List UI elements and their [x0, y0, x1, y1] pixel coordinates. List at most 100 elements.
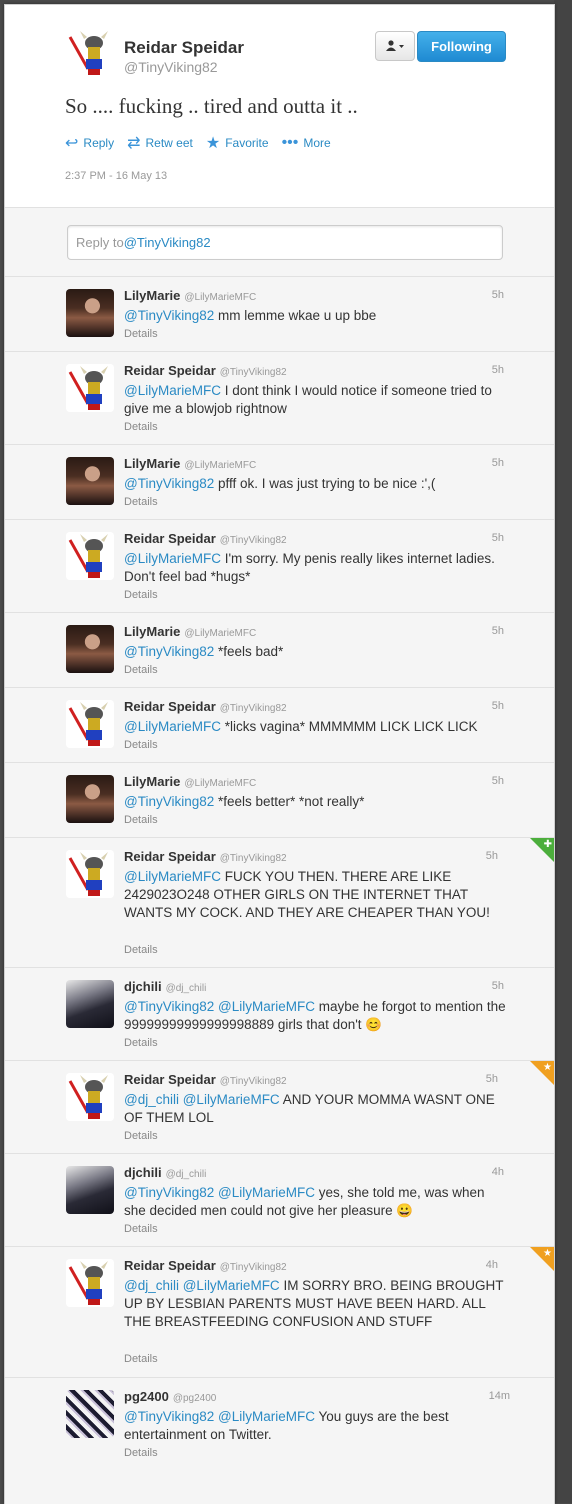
- avatar[interactable]: [66, 625, 114, 673]
- details-link[interactable]: Details: [124, 1130, 158, 1142]
- reply-row[interactable]: ✚ Reidar Speidar @TinyViking82 5h @LilyMa…: [5, 837, 554, 968]
- reply-author-name[interactable]: Reidar Speidar: [124, 1258, 216, 1273]
- reply-author-handle[interactable]: @LilyMarieMFC: [184, 460, 256, 471]
- avatar[interactable]: [66, 1166, 114, 1214]
- reply-row[interactable]: pg2400 @pg2400 14m @TinyViking82 @LilyMar…: [5, 1377, 554, 1504]
- reply-author-handle[interactable]: @TinyViking82: [220, 853, 287, 864]
- reply-time[interactable]: 5h: [492, 289, 504, 301]
- reply-row[interactable]: Reidar Speidar @TinyViking82 5h @LilyMari…: [5, 519, 554, 613]
- reply-author-name[interactable]: pg2400: [124, 1389, 169, 1404]
- reply-time[interactable]: 5h: [492, 457, 504, 469]
- details-link[interactable]: Details: [124, 496, 158, 508]
- reply-author-handle[interactable]: @TinyViking82: [220, 703, 287, 714]
- details-link[interactable]: Details: [124, 1353, 158, 1365]
- reply-row[interactable]: LilyMarie @LilyMarieMFC 5h @TinyViking82 …: [5, 612, 554, 688]
- reply-row[interactable]: ★ Reidar Speidar @TinyViking82 5h @dj_chi…: [5, 1060, 554, 1154]
- reply-row[interactable]: LilyMarie @LilyMarieMFC 5h @TinyViking82 …: [5, 276, 554, 352]
- reply-author-handle[interactable]: @TinyViking82: [220, 367, 287, 378]
- author-handle[interactable]: @TinyViking82: [124, 59, 218, 75]
- reply-time[interactable]: 5h: [492, 700, 504, 712]
- details-link[interactable]: Details: [124, 421, 158, 433]
- avatar[interactable]: [66, 1259, 114, 1307]
- reply-row[interactable]: Reidar Speidar @TinyViking82 5h @LilyMari…: [5, 351, 554, 445]
- reply-mention[interactable]: @LilyMarieMFC: [124, 869, 221, 884]
- reply-author-name[interactable]: djchili: [124, 1165, 162, 1180]
- reply-author-name[interactable]: LilyMarie: [124, 624, 180, 639]
- reply-time[interactable]: 5h: [492, 775, 504, 787]
- reply-mention[interactable]: @TinyViking82: [124, 794, 214, 809]
- details-link[interactable]: Details: [124, 1447, 158, 1459]
- reply-action[interactable]: ↩ Reply: [65, 133, 114, 153]
- reply-author-name[interactable]: djchili: [124, 979, 162, 994]
- reply-time[interactable]: 4h: [492, 1166, 504, 1178]
- avatar[interactable]: [66, 980, 114, 1028]
- reply-time[interactable]: 5h: [492, 625, 504, 637]
- reply-mention[interactable]: @dj_chili @LilyMarieMFC: [124, 1278, 280, 1293]
- reply-mention[interactable]: @TinyViking82: [124, 476, 214, 491]
- reply-mention[interactable]: @dj_chili @LilyMarieMFC: [124, 1092, 280, 1107]
- reply-author-name[interactable]: Reidar Speidar: [124, 1072, 216, 1087]
- reply-row[interactable]: Reidar Speidar @TinyViking82 5h @LilyMari…: [5, 687, 554, 763]
- avatar[interactable]: [66, 775, 114, 823]
- reply-author-handle[interactable]: @dj_chili: [166, 1169, 207, 1180]
- reply-mention[interactable]: @LilyMarieMFC: [124, 383, 221, 398]
- details-link[interactable]: Details: [124, 814, 158, 826]
- reply-row[interactable]: LilyMarie @LilyMarieMFC 5h @TinyViking82 …: [5, 444, 554, 520]
- favorite-action[interactable]: ★ Favorite: [206, 133, 269, 153]
- details-link[interactable]: Details: [124, 1223, 158, 1235]
- reply-mention[interactable]: @TinyViking82 @LilyMarieMFC: [124, 999, 315, 1014]
- reply-row[interactable]: LilyMarie @LilyMarieMFC 5h @TinyViking82 …: [5, 762, 554, 838]
- reply-mention[interactable]: @TinyViking82 @LilyMarieMFC: [124, 1409, 315, 1424]
- reply-time[interactable]: 5h: [486, 1073, 498, 1085]
- reply-author-handle[interactable]: @TinyViking82: [220, 1262, 287, 1273]
- avatar[interactable]: [66, 700, 114, 748]
- following-button[interactable]: Following: [417, 31, 506, 62]
- details-link[interactable]: Details: [124, 328, 158, 340]
- avatar[interactable]: [66, 1390, 114, 1438]
- reply-author-name[interactable]: Reidar Speidar: [124, 699, 216, 714]
- reply-author-handle[interactable]: @TinyViking82: [220, 1076, 287, 1087]
- reply-author-handle[interactable]: @pg2400: [173, 1393, 217, 1404]
- details-link[interactable]: Details: [124, 664, 158, 676]
- avatar[interactable]: [66, 1073, 114, 1121]
- reply-author-handle[interactable]: @LilyMarieMFC: [184, 292, 256, 303]
- reply-author-handle[interactable]: @LilyMarieMFC: [184, 778, 256, 789]
- reply-author-name[interactable]: Reidar Speidar: [124, 531, 216, 546]
- details-link[interactable]: Details: [124, 739, 158, 751]
- reply-author-name[interactable]: Reidar Speidar: [124, 363, 216, 378]
- avatar[interactable]: [66, 850, 114, 898]
- details-link[interactable]: Details: [124, 944, 158, 956]
- reply-mention[interactable]: @LilyMarieMFC: [124, 719, 221, 734]
- reply-mention[interactable]: @TinyViking82: [124, 644, 214, 659]
- reply-mention[interactable]: @TinyViking82 @LilyMarieMFC: [124, 1185, 315, 1200]
- reply-author-name[interactable]: LilyMarie: [124, 456, 180, 471]
- avatar[interactable]: [66, 532, 114, 580]
- avatar[interactable]: [66, 364, 114, 412]
- reply-author-handle[interactable]: @LilyMarieMFC: [184, 628, 256, 639]
- reply-input[interactable]: Reply to @TinyViking82: [67, 225, 503, 260]
- avatar[interactable]: [66, 457, 114, 505]
- reply-time[interactable]: 4h: [486, 1259, 498, 1271]
- tweet-timestamp[interactable]: 2:37 PM - 16 May 13: [65, 170, 167, 182]
- reply-author-handle[interactable]: @dj_chili: [166, 983, 207, 994]
- reply-time[interactable]: 5h: [492, 980, 504, 992]
- avatar[interactable]: [66, 29, 114, 77]
- reply-row[interactable]: ★ Reidar Speidar @TinyViking82 4h @dj_chi…: [5, 1246, 554, 1378]
- details-link[interactable]: Details: [124, 589, 158, 601]
- avatar[interactable]: [66, 289, 114, 337]
- reply-author-name[interactable]: LilyMarie: [124, 774, 180, 789]
- details-link[interactable]: Details: [124, 1037, 158, 1049]
- reply-mention[interactable]: @LilyMarieMFC: [124, 551, 221, 566]
- more-action[interactable]: ••• More: [282, 133, 331, 153]
- retweet-action[interactable]: ⇄ Retw eet: [127, 133, 193, 153]
- reply-row[interactable]: djchili @dj_chili 5h @TinyViking82 @LilyM…: [5, 967, 554, 1061]
- reply-time[interactable]: 5h: [486, 850, 498, 862]
- reply-time[interactable]: 14m: [489, 1390, 510, 1402]
- author-name[interactable]: Reidar Speidar: [124, 38, 244, 58]
- reply-author-handle[interactable]: @TinyViking82: [220, 535, 287, 546]
- reply-author-name[interactable]: LilyMarie: [124, 288, 180, 303]
- reply-row[interactable]: djchili @dj_chili 4h @TinyViking82 @LilyM…: [5, 1153, 554, 1247]
- user-actions-button[interactable]: [375, 31, 415, 61]
- reply-time[interactable]: 5h: [492, 532, 504, 544]
- reply-author-name[interactable]: Reidar Speidar: [124, 849, 216, 864]
